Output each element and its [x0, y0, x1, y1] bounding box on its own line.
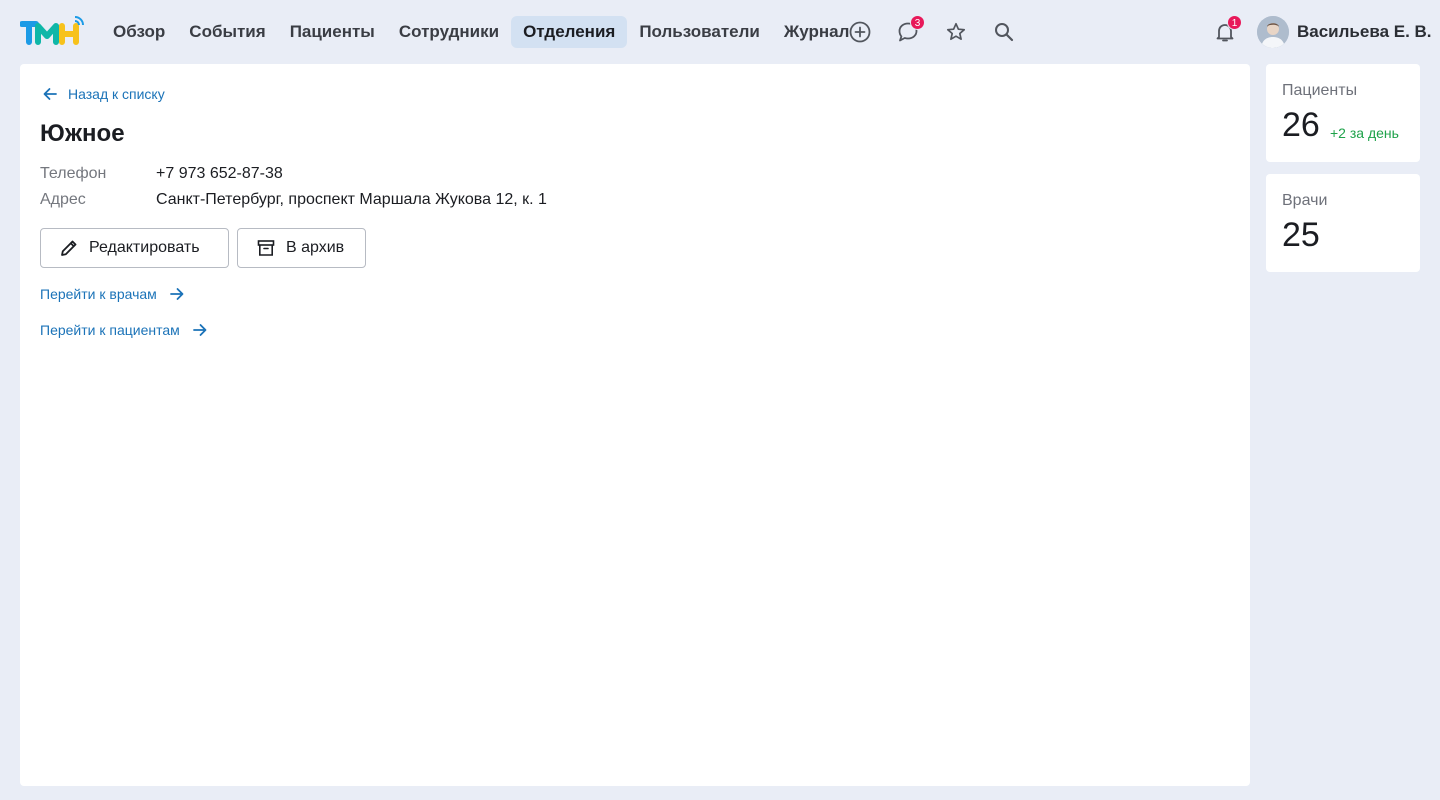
address-value: Санкт-Петербург, проспект Маршала Жукова… — [156, 191, 547, 208]
patients-stat-label: Пациенты — [1282, 82, 1358, 99]
nav-item-overview[interactable]: Обзор — [101, 16, 177, 48]
toolbar-icons: 3 — [844, 15, 1020, 48]
archive-button[interactable]: В архив — [237, 228, 366, 268]
user-menu[interactable]: Васильева Е. В. — [1257, 16, 1432, 48]
phone-row: Телефон +7 973 652-87-38 — [40, 165, 283, 183]
doctors-stat-value: 25 — [1282, 216, 1320, 254]
address-row: Адрес Санкт-Петербург, проспект Маршала … — [40, 191, 547, 209]
main-nav: Обзор События Пациенты Сотрудники Отделе… — [101, 16, 861, 48]
top-bar: Обзор События Пациенты Сотрудники Отделе… — [0, 0, 1440, 64]
nav-item-users[interactable]: Пользователи — [627, 16, 772, 48]
patients-stat-delta: +2 за день — [1330, 125, 1399, 141]
phone-label: Телефон — [40, 165, 107, 182]
messages-count-badge: 3 — [910, 15, 925, 30]
go-to-doctors-link[interactable]: Перейти к врачам — [40, 284, 187, 304]
back-to-list-link[interactable]: Назад к списку — [40, 84, 165, 104]
arrow-right-icon — [169, 288, 184, 300]
go-to-doctors-label: Перейти к врачам — [40, 286, 157, 302]
page-title: Южное — [40, 120, 125, 147]
add-button[interactable] — [844, 16, 876, 48]
patients-stat-value: 26 — [1282, 106, 1320, 144]
favorites-button[interactable] — [940, 16, 972, 48]
nav-item-patients[interactable]: Пациенты — [278, 16, 387, 48]
pencil-icon — [61, 240, 77, 256]
plus-circle-icon — [849, 21, 871, 43]
archive-button-label: В архив — [286, 239, 345, 256]
archive-box-icon — [257, 240, 275, 256]
edit-button-label: Редактировать — [89, 239, 200, 256]
go-to-patients-label: Перейти к пациентам — [40, 322, 180, 338]
department-card: Назад к списку Южное Телефон +7 973 652-… — [20, 64, 1250, 786]
search-icon — [995, 23, 1014, 42]
phone-value: +7 973 652-87-38 — [156, 165, 283, 182]
arrow-right-icon — [192, 324, 207, 336]
doctors-stat-label: Врачи — [1282, 192, 1328, 209]
notifications-count-badge: 1 — [1227, 15, 1242, 30]
avatar — [1257, 16, 1289, 48]
notifications-button[interactable]: 1 — [1209, 15, 1242, 48]
search-button[interactable] — [988, 16, 1020, 48]
nav-item-employees[interactable]: Сотрудники — [387, 16, 511, 48]
arrow-left-icon — [43, 88, 57, 100]
address-label: Адрес — [40, 191, 86, 208]
messages-button[interactable]: 3 — [892, 15, 925, 48]
nav-item-events[interactable]: События — [177, 16, 277, 48]
app-logo[interactable] — [19, 14, 86, 48]
go-to-patients-link[interactable]: Перейти к пациентам — [40, 320, 210, 340]
patients-stat-card: Пациенты 26 +2 за день — [1266, 64, 1420, 162]
back-to-list-label: Назад к списку — [68, 86, 165, 102]
edit-button[interactable]: Редактировать — [40, 228, 229, 268]
nav-item-departments[interactable]: Отделения — [511, 16, 628, 48]
star-icon — [946, 22, 966, 41]
user-name: Васильева Е. В. — [1297, 22, 1432, 41]
doctors-stat-card: Врачи 25 — [1266, 174, 1420, 272]
